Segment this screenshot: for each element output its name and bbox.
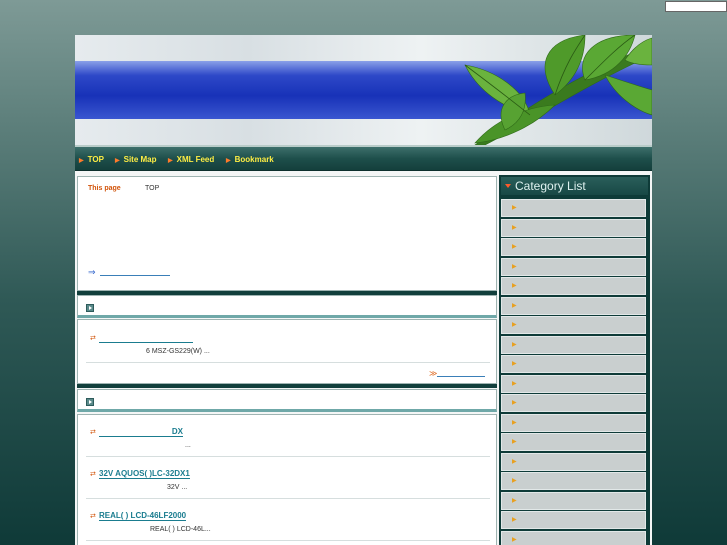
page-frame: ▶ TOP ▶ Site Map ▶ XML Feed ▶ Bookmark This … [75,35,652,545]
entry-divider [86,498,490,499]
entry-description: 6 MSZ-GS229(W) ... [146,348,210,355]
category-item[interactable]: ▶ [501,335,646,354]
entry-title-link[interactable] [99,333,193,343]
section-header-2 [77,389,497,412]
category-arrow-icon: ▶ [512,497,517,504]
nav-arrow-icon: ▶ [115,158,120,164]
category-arrow-icon: ▶ [512,263,517,270]
category-arrow-icon: ▶ [512,205,517,211]
category-item[interactable]: ▶ [501,394,646,412]
category-item[interactable]: ▶ [501,472,646,490]
category-item[interactable]: ▶ [501,277,646,295]
entry-description: 32V ... [167,484,188,491]
section-body-2: ⇄ DX ... ⇄ 32V AQUOS( )LC-32DX1 32V ... … [77,414,497,545]
section-header-1 [77,295,497,318]
entry-bullet-icon: ⇄ [90,429,96,436]
leaf-illustration [464,35,652,145]
entry-bullet-icon: ⇄ [90,335,96,342]
category-list-header: Category List [501,177,648,195]
this-page-label: This page [88,185,121,192]
nav-label: TOP [87,155,104,164]
nav-arrow-icon: ▶ [226,158,231,164]
search-input[interactable] [665,1,727,12]
intro-link-underline [99,275,170,276]
category-sidebar: Category List ▶ ▶ ▶ ▶ ▶ ▶ ▶ ▶ ▶ ▶ ▶ ▶ ▶ ▶ ▶ ▶ ▶ ▶ [499,175,650,545]
this-page-value: TOP [145,185,160,192]
category-arrow-icon: ▶ [512,458,517,465]
more-link[interactable]: ≫ [429,369,486,378]
category-arrow-icon: ▶ [512,439,517,445]
category-arrow-icon: ▶ [512,478,517,484]
category-arrow-icon: ▶ [512,302,517,309]
category-item[interactable]: ▶ [501,491,646,510]
nav-arrow-icon: ▶ [79,158,84,164]
category-arrow-icon: ▶ [512,244,517,250]
category-arrow-icon: ▶ [512,517,517,523]
entry-title-link[interactable]: DX [99,427,183,437]
category-item[interactable]: ▶ [501,530,646,545]
section-play-icon [86,398,94,406]
section-body-1: ⇄ 6 MSZ-GS229(W) ... ≫ [77,319,497,384]
header-banner [75,35,652,145]
entry-description: REAL( ) LCD-46L... [150,526,211,533]
more-link-underline [437,376,486,377]
intro-panel: This page TOP ⇒ [77,176,497,291]
category-item[interactable]: ▶ [501,452,646,471]
nav-label: XML Feed [176,155,215,164]
entry-divider [86,456,490,457]
entry-bullet-icon: ⇄ [90,471,96,478]
category-arrow-icon: ▶ [512,419,517,426]
entry-title-link[interactable]: REAL( ) LCD-46LF2000 [99,511,187,521]
section-divider [77,384,497,388]
category-item[interactable]: ▶ [501,199,646,217]
category-arrow-icon: ▶ [512,283,517,289]
category-item[interactable]: ▶ [501,413,646,432]
nav-xml-feed[interactable]: ▶ XML Feed [168,155,214,164]
entry-title-link[interactable]: 32V AQUOS( )LC-32DX1 [99,469,190,479]
nav-site-map[interactable]: ▶ Site Map [115,155,157,164]
entry-bullet-icon: ⇄ [90,513,96,520]
nav-label: Site Map [123,155,157,164]
category-arrow-icon: ▶ [512,400,517,406]
section-play-icon [86,304,94,312]
category-arrow-icon: ▶ [512,322,517,328]
entry-divider [86,540,490,541]
entry-divider [86,362,490,363]
category-item[interactable]: ▶ [501,316,646,334]
category-list-title: Category List [515,179,586,193]
category-arrow-icon: ▶ [512,536,517,543]
category-item[interactable]: ▶ [501,257,646,276]
nav-bookmark[interactable]: ▶ Bookmark [226,155,274,164]
category-arrow-icon: ▶ [512,361,517,367]
double-arrow-icon: ≫ [429,369,438,378]
entry-description: ... [185,442,191,449]
category-item[interactable]: ▶ [501,433,646,451]
category-item[interactable]: ▶ [501,296,646,315]
category-arrow-icon: ▶ [512,341,517,348]
category-item[interactable]: ▶ [501,218,646,237]
top-nav-bar: ▶ TOP ▶ Site Map ▶ XML Feed ▶ Bookmark [75,145,652,171]
category-arrow-icon: ▶ [512,224,517,231]
arrow-right-icon: ⇒ [88,267,96,277]
category-item[interactable]: ▶ [501,511,646,529]
category-item[interactable]: ▶ [501,355,646,373]
triangle-down-icon [505,184,511,188]
category-item[interactable]: ▶ [501,238,646,256]
category-arrow-icon: ▶ [512,380,517,387]
intro-link[interactable]: ⇒ [88,267,170,278]
nav-label: Bookmark [234,155,274,164]
category-item[interactable]: ▶ [501,374,646,393]
nav-arrow-icon: ▶ [168,158,173,164]
nav-top[interactable]: ▶ TOP [79,155,104,164]
